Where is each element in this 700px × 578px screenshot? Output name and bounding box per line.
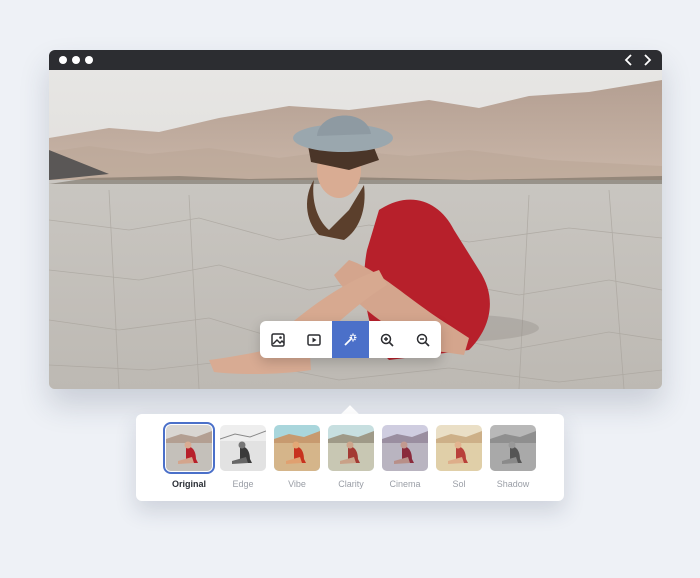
filter-label: Clarity [338, 479, 364, 489]
filter-shadow[interactable]: Shadow [490, 425, 536, 489]
tool-button[interactable] [296, 321, 332, 358]
filter-clarity[interactable]: Clarity [328, 425, 374, 489]
filter-thumbnail [163, 422, 215, 474]
window-dot-icon[interactable] [59, 56, 67, 64]
filter-thumbnail [382, 425, 428, 471]
filter-cinema[interactable]: Cinema [382, 425, 428, 489]
window-titlebar [49, 50, 662, 70]
filter-sol[interactable]: Sol [436, 425, 482, 489]
tool-button[interactable] [369, 321, 405, 358]
filter-label: Original [171, 479, 206, 489]
play-icon [306, 332, 322, 348]
image-toolbar [260, 321, 441, 358]
tool-button[interactable] [260, 321, 296, 358]
zoom-out-icon [415, 332, 431, 348]
filter-thumbnail [274, 425, 320, 471]
chevron-right-icon[interactable] [642, 54, 652, 66]
filter-vibe[interactable]: Vibe [274, 425, 320, 489]
magic-wand-icon [342, 332, 358, 348]
image-icon [270, 332, 286, 348]
filter-label: Shadow [496, 479, 530, 489]
filter-label: Cinema [389, 479, 421, 489]
window-dot-icon[interactable] [72, 56, 80, 64]
filter-edge[interactable]: Edge [220, 425, 266, 489]
filter-thumbnail [490, 425, 536, 471]
filter-thumbnail [328, 425, 374, 471]
filter-label: Edge [232, 479, 254, 489]
filter-label: Sol [452, 479, 466, 489]
filter-thumbnail [220, 425, 266, 471]
window-dot-icon[interactable] [85, 56, 93, 64]
filter-label: Vibe [288, 479, 306, 489]
tool-button[interactable] [405, 321, 441, 358]
filter-panel: Original Edge Vibe Clarity Cinema Sol Sh… [136, 414, 564, 501]
chevron-left-icon[interactable] [624, 54, 634, 66]
filter-original[interactable]: Original [163, 422, 215, 489]
zoom-in-icon [379, 332, 395, 348]
filter-thumbnail [436, 425, 482, 471]
tool-button-active[interactable] [332, 321, 369, 358]
